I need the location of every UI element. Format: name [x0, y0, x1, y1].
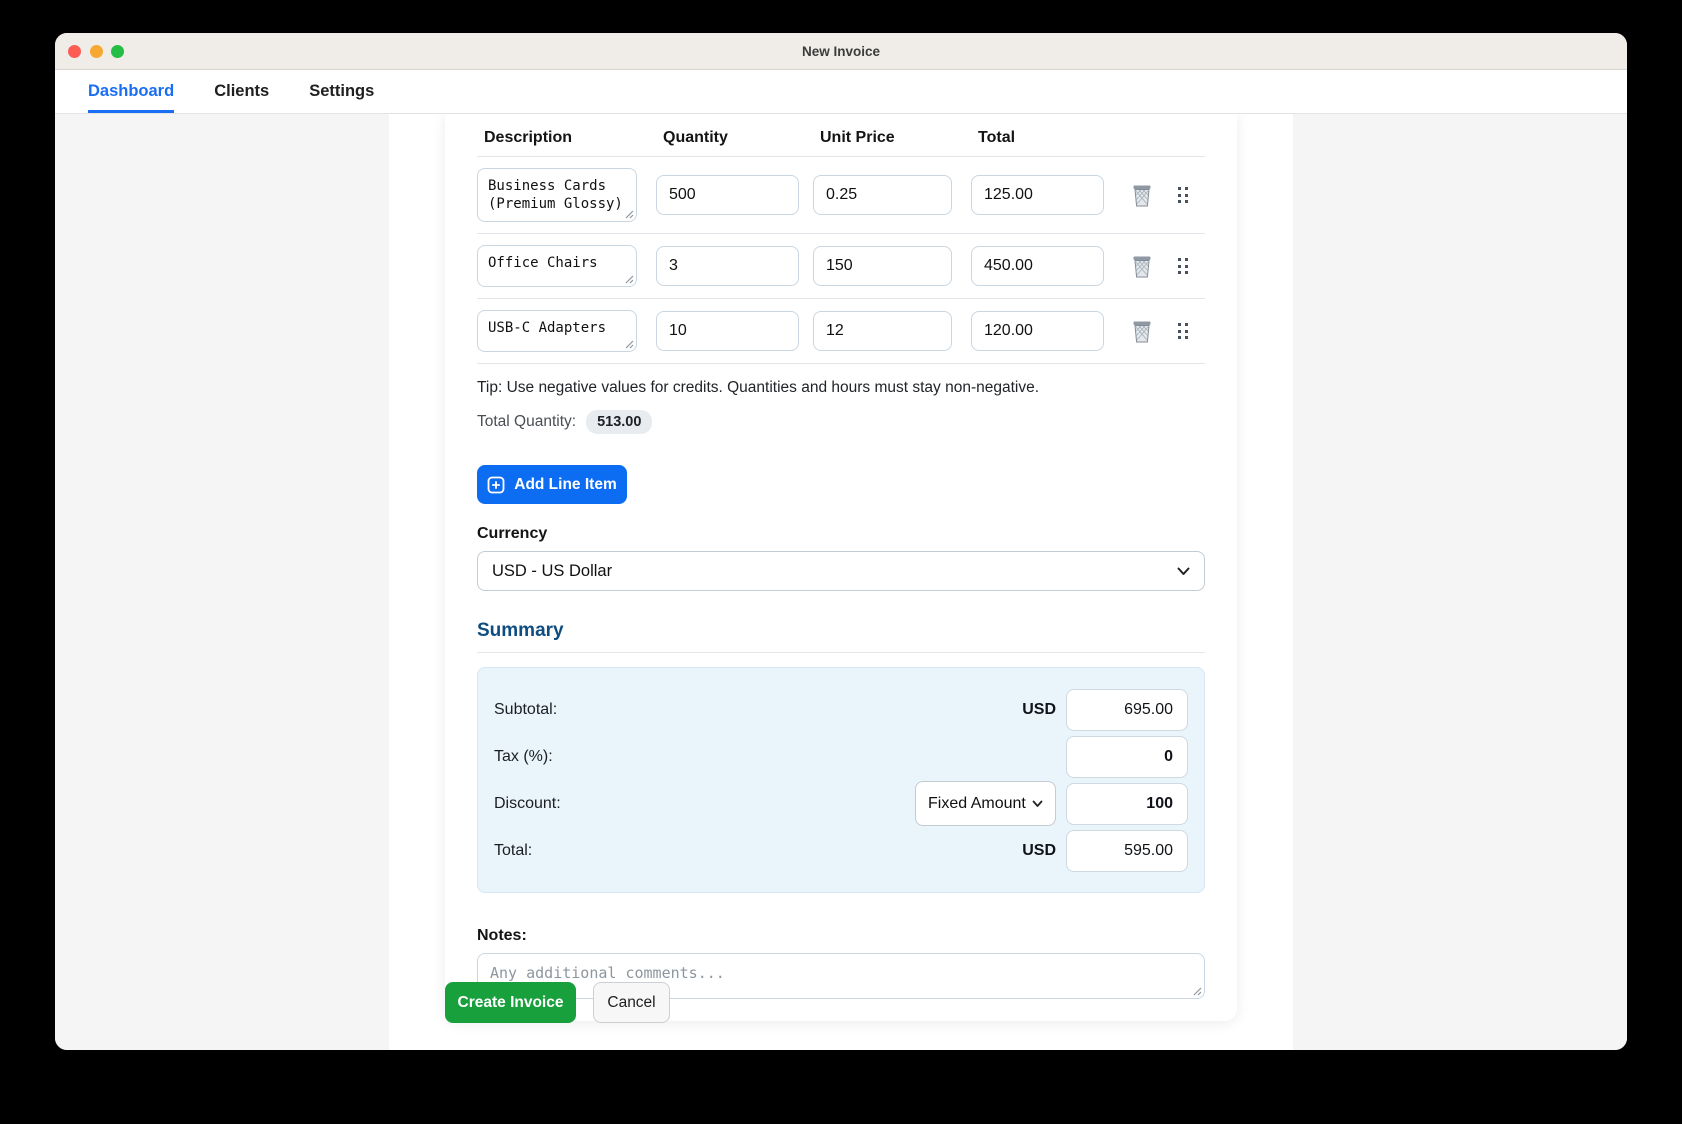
form-actions: Create Invoice Cancel: [445, 982, 670, 1023]
description-input[interactable]: Office Chairs: [477, 245, 637, 287]
header-quantity: Quantity: [656, 129, 799, 147]
add-line-item-button[interactable]: Add Line Item: [477, 465, 627, 504]
tax-label: Tax (%):: [494, 748, 553, 766]
total-quantity-label: Total Quantity:: [477, 413, 576, 431]
quantity-input[interactable]: [656, 175, 799, 215]
total-input[interactable]: [971, 246, 1104, 286]
traffic-lights: [68, 45, 124, 58]
delete-row-icon[interactable]: [1130, 318, 1154, 344]
delete-row-icon[interactable]: [1130, 182, 1154, 208]
subtotal-input[interactable]: [1066, 689, 1188, 731]
drag-handle-icon[interactable]: [1178, 258, 1188, 274]
quantity-input[interactable]: [656, 311, 799, 351]
divider: [477, 652, 1205, 653]
minimize-window-icon[interactable]: [90, 45, 103, 58]
tab-settings[interactable]: Settings: [309, 70, 374, 113]
total-input[interactable]: [971, 311, 1104, 351]
subtotal-currency: USD: [1022, 701, 1056, 719]
subtotal-row: Subtotal: USD: [494, 688, 1188, 731]
tax-row: Tax (%):: [494, 735, 1188, 778]
total-quantity-badge: 513.00: [586, 410, 652, 434]
tab-settings-label: Settings: [309, 82, 374, 101]
header-total: Total: [971, 129, 1104, 147]
quantity-input[interactable]: [656, 246, 799, 286]
grand-total-currency: USD: [1022, 842, 1056, 860]
chevron-down-icon: [1177, 567, 1190, 576]
plus-square-icon: [487, 476, 505, 494]
discount-mode-value: Fixed Amount: [928, 795, 1026, 813]
discount-mode-select[interactable]: Fixed Amount: [915, 781, 1056, 826]
line-item-row: Office Chairs: [477, 234, 1205, 298]
invoice-form-card: Description Quantity Unit Price Total Bu…: [445, 114, 1237, 1021]
content-area: Description Quantity Unit Price Total Bu…: [55, 114, 1627, 1050]
description-input[interactable]: USB-C Adapters: [477, 310, 637, 352]
main-nav: Dashboard Clients Settings: [55, 70, 1627, 114]
unit-price-input[interactable]: [813, 311, 952, 351]
currency-label: Currency: [477, 525, 1205, 543]
notes-label: Notes:: [477, 927, 1205, 945]
add-line-item-label: Add Line Item: [514, 476, 616, 494]
zoom-window-icon[interactable]: [111, 45, 124, 58]
subtotal-label: Subtotal:: [494, 701, 557, 719]
tip-text: Tip: Use negative values for credits. Qu…: [477, 379, 1205, 397]
total-input[interactable]: [971, 175, 1104, 215]
unit-price-input[interactable]: [813, 246, 952, 286]
cancel-button[interactable]: Cancel: [593, 982, 670, 1023]
unit-price-input[interactable]: [813, 175, 952, 215]
delete-row-icon[interactable]: [1130, 253, 1154, 279]
summary-panel: Subtotal: USD Tax (%): Discount:: [477, 667, 1205, 893]
currency-select[interactable]: USD - US Dollar: [477, 551, 1205, 591]
divider: [477, 363, 1205, 364]
grand-total-input[interactable]: [1066, 830, 1188, 872]
grand-total-row: Total: USD: [494, 829, 1188, 872]
drag-handle-icon[interactable]: [1178, 187, 1188, 203]
header-description: Description: [477, 129, 637, 147]
line-item-row: USB-C Adapters: [477, 299, 1205, 363]
window-title: New Invoice: [802, 44, 880, 59]
tab-dashboard[interactable]: Dashboard: [88, 70, 174, 113]
create-invoice-button[interactable]: Create Invoice: [445, 982, 576, 1023]
grand-total-label: Total:: [494, 842, 532, 860]
chevron-down-icon: [1032, 800, 1043, 808]
close-window-icon[interactable]: [68, 45, 81, 58]
app-window: New Invoice Dashboard Clients Settings D…: [55, 33, 1627, 1050]
tab-clients[interactable]: Clients: [214, 70, 269, 113]
summary-heading: Summary: [477, 620, 1205, 642]
header-unit-price: Unit Price: [813, 129, 952, 147]
discount-label: Discount:: [494, 795, 561, 813]
drag-handle-icon[interactable]: [1178, 323, 1188, 339]
tab-dashboard-label: Dashboard: [88, 82, 174, 101]
titlebar: New Invoice: [55, 33, 1627, 70]
line-items-header: Description Quantity Unit Price Total: [477, 114, 1205, 156]
center-column: Description Quantity Unit Price Total Bu…: [389, 114, 1293, 1050]
currency-selected-value: USD - US Dollar: [492, 562, 612, 581]
tab-clients-label: Clients: [214, 82, 269, 101]
description-input[interactable]: Business Cards (Premium Glossy): [477, 168, 637, 222]
total-quantity-line: Total Quantity: 513.00: [477, 410, 1205, 434]
discount-row: Discount: Fixed Amount: [494, 782, 1188, 825]
tax-input[interactable]: [1066, 736, 1188, 778]
discount-input[interactable]: [1066, 783, 1188, 825]
line-item-row: Business Cards (Premium Glossy): [477, 157, 1205, 233]
